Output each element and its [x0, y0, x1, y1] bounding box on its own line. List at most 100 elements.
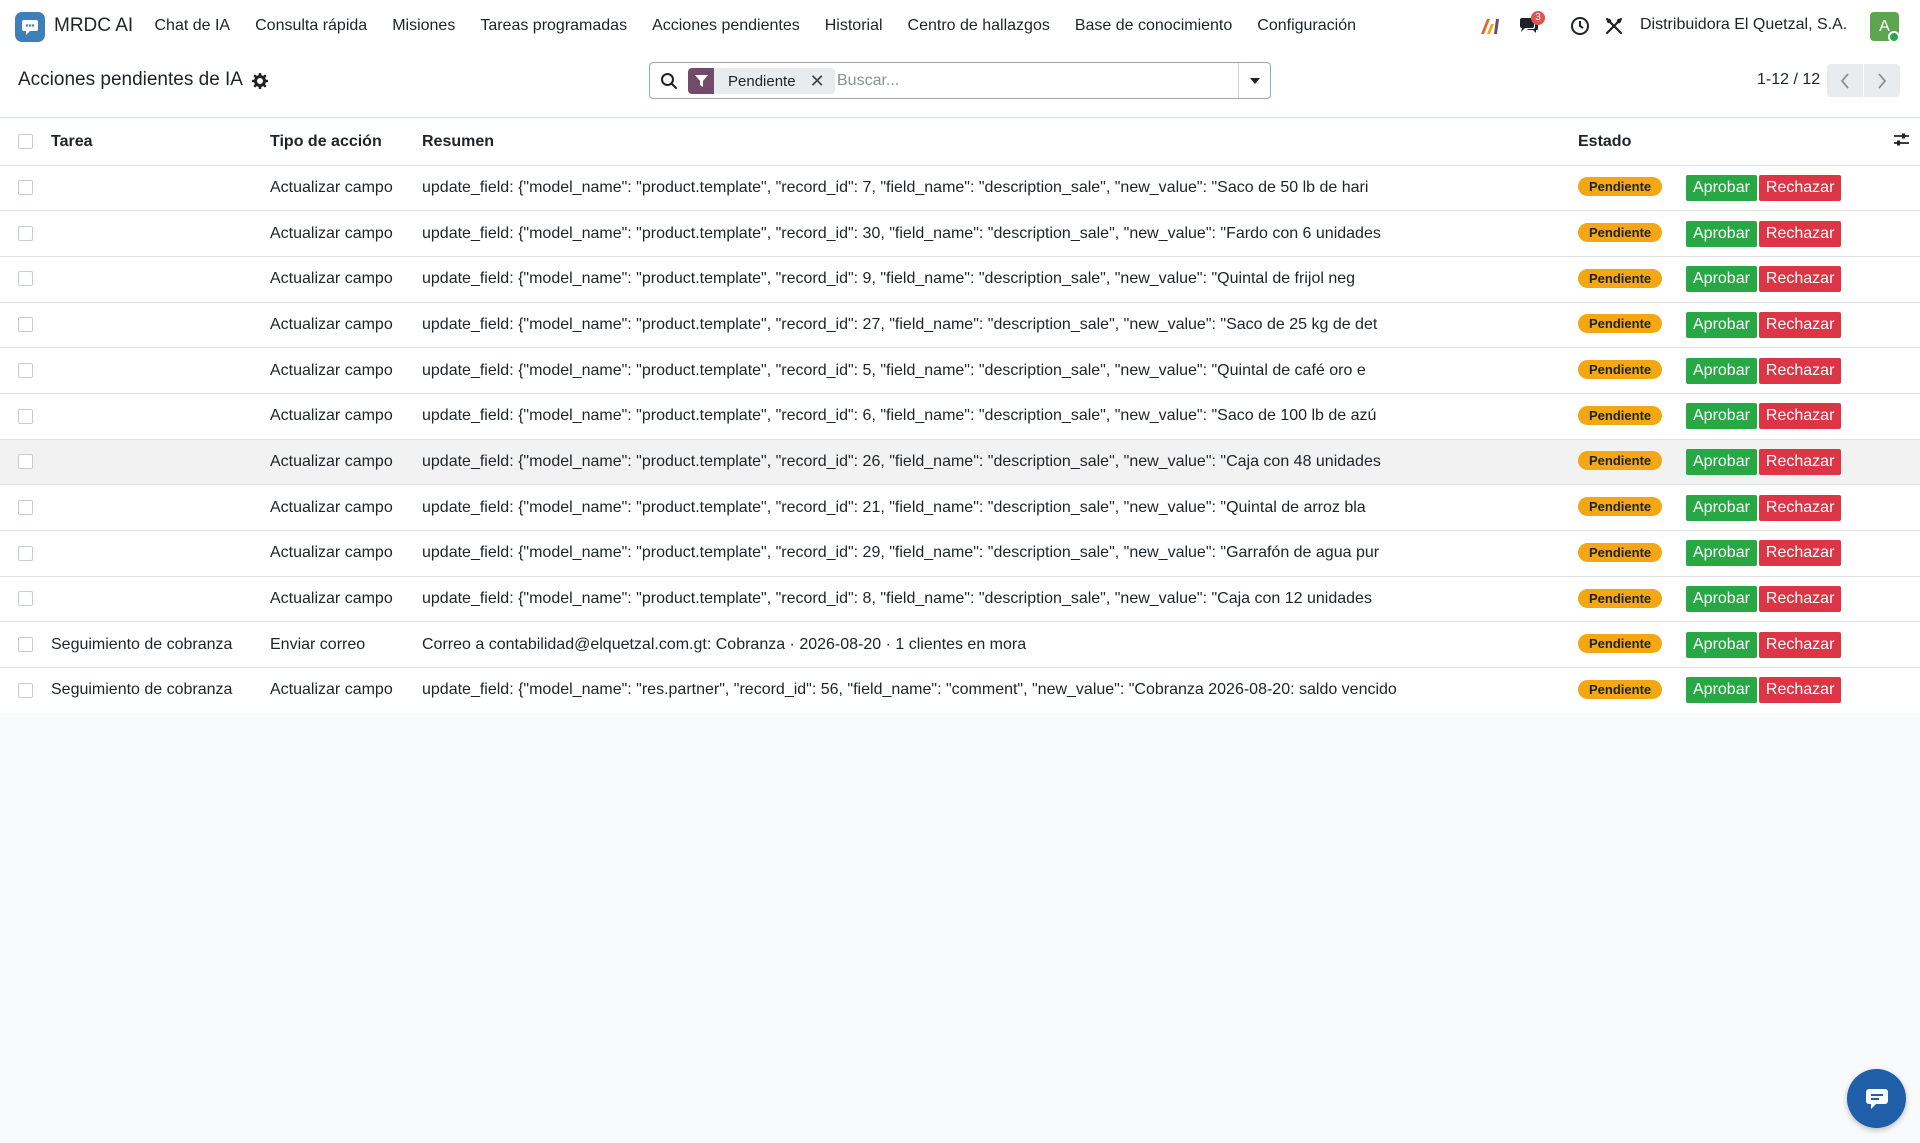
reject-button[interactable]: Rechazar [1758, 357, 1842, 384]
cell-action-type: Enviar correo [270, 621, 422, 669]
status-badge: Pendiente [1578, 451, 1663, 471]
header-summary[interactable]: Resumen [422, 119, 1578, 166]
header-task[interactable]: Tarea [51, 119, 270, 166]
company-switcher[interactable]: Distribuidora El Quetzal, S.A. [1640, 16, 1847, 34]
menu-item[interactable]: Acciones pendientes [640, 17, 813, 35]
gear-icon[interactable] [251, 72, 270, 91]
approve-button[interactable]: Aprobar [1686, 220, 1757, 247]
cell-summary: update_field: {"model_name": "product.te… [422, 256, 1578, 303]
header-action-type[interactable]: Tipo de acción [270, 119, 422, 166]
table-row[interactable]: Actualizar campo update_field: {"model_na… [0, 484, 1920, 531]
reject-button[interactable]: Rechazar [1758, 540, 1842, 567]
status-badge: Pendiente [1578, 223, 1663, 243]
table-row[interactable]: Actualizar campo update_field: {"model_na… [0, 530, 1920, 577]
row-checkbox[interactable] [18, 682, 33, 698]
menu-item[interactable]: Centro de hallazgos [895, 17, 1062, 35]
cell-summary: update_field: {"model_name": "product.te… [422, 165, 1578, 212]
row-checkbox[interactable] [18, 225, 33, 241]
reject-button[interactable]: Rechazar [1758, 448, 1842, 475]
approve-button[interactable]: Aprobar [1686, 494, 1757, 521]
table-row[interactable]: Actualizar campo update_field: {"model_na… [0, 347, 1920, 394]
reject-button[interactable]: Rechazar [1758, 586, 1842, 613]
reject-button[interactable]: Rechazar [1758, 677, 1842, 704]
table-row[interactable]: Actualizar campo update_field: {"model_na… [0, 302, 1920, 349]
table-row[interactable]: Actualizar campo update_field: {"model_na… [0, 210, 1920, 257]
pager-value[interactable]: 1-12 / 12 [1757, 71, 1820, 89]
reject-button[interactable]: Rechazar [1758, 403, 1842, 430]
row-checkbox[interactable] [18, 499, 33, 515]
status-badge: Pendiente [1578, 177, 1663, 197]
status-badge: Pendiente [1578, 497, 1663, 517]
approve-button[interactable]: Aprobar [1686, 311, 1757, 338]
approve-button[interactable]: Aprobar [1686, 586, 1757, 613]
table-row[interactable]: Actualizar campo update_field: {"model_na… [0, 576, 1920, 623]
search-input[interactable] [837, 69, 1217, 93]
table-row[interactable]: Seguimiento de cobranza Actualizar campo u… [0, 667, 1920, 714]
menu-item[interactable]: Consulta rápida [243, 17, 380, 35]
ai-logo-icon[interactable] [1477, 14, 1501, 38]
row-checkbox[interactable] [18, 271, 33, 287]
row-checkbox[interactable] [18, 180, 33, 196]
approve-button[interactable]: Aprobar [1686, 540, 1757, 567]
optional-columns-icon[interactable] [1893, 133, 1910, 151]
search-options-toggle[interactable] [1238, 63, 1270, 98]
facet-remove-icon[interactable]: ✕ [806, 68, 835, 94]
reject-button[interactable]: Rechazar [1758, 494, 1842, 521]
chat-icon [1865, 1088, 1888, 1109]
search-box: Pendiente ✕ [649, 62, 1271, 99]
approve-button[interactable]: Aprobar [1686, 677, 1757, 704]
approve-button[interactable]: Aprobar [1686, 403, 1757, 430]
approve-button[interactable]: Aprobar [1686, 357, 1757, 384]
app-name[interactable]: MRDC AI [54, 15, 133, 37]
cell-summary: update_field: {"model_name": "product.te… [422, 530, 1578, 577]
status-badge: Pendiente [1578, 588, 1663, 608]
reject-button[interactable]: Rechazar [1758, 266, 1842, 293]
table-row[interactable]: Actualizar campo update_field: {"model_na… [0, 393, 1920, 440]
menu-item[interactable]: Misiones [380, 17, 468, 35]
reject-button[interactable]: Rechazar [1758, 631, 1842, 658]
row-checkbox[interactable] [18, 408, 33, 424]
reject-button[interactable]: Rechazar [1758, 311, 1842, 338]
activity-clock-icon[interactable] [1568, 14, 1592, 38]
messages-icon[interactable]: 3 [1517, 11, 1545, 38]
messages-count-badge: 3 [1531, 11, 1545, 25]
control-panel: Acciones pendientes de IA Pendiente ✕ 1-… [0, 52, 1920, 118]
cell-task [51, 530, 270, 577]
approve-button[interactable]: Aprobar [1686, 631, 1757, 658]
cell-summary: update_field: {"model_name": "product.te… [422, 393, 1578, 440]
tools-icon[interactable] [1602, 14, 1626, 38]
header-status[interactable]: Estado [1578, 119, 1686, 166]
chat-bubble-button[interactable] [1847, 1069, 1906, 1128]
row-checkbox[interactable] [18, 317, 33, 333]
menu-item[interactable]: Chat de IA [142, 17, 243, 35]
search-icon[interactable] [660, 72, 678, 90]
cell-task: Seguimiento de cobranza [51, 621, 270, 669]
app-logo-icon[interactable] [15, 12, 45, 42]
approve-button[interactable]: Aprobar [1686, 174, 1757, 201]
row-checkbox[interactable] [18, 545, 33, 561]
reject-button[interactable]: Rechazar [1758, 220, 1842, 247]
row-checkbox[interactable] [18, 454, 33, 470]
row-checkbox[interactable] [18, 362, 33, 378]
search-facet: Pendiente ✕ [688, 68, 835, 94]
menu-item[interactable]: Base de conocimiento [1062, 17, 1244, 35]
cell-task [51, 439, 270, 486]
menu-item[interactable]: Tareas programadas [468, 17, 640, 35]
menu-item[interactable]: Configuración [1245, 17, 1369, 35]
approve-button[interactable]: Aprobar [1686, 448, 1757, 475]
status-badge: Pendiente [1578, 542, 1663, 562]
row-checkbox[interactable] [18, 591, 33, 607]
select-all-checkbox[interactable] [18, 134, 33, 150]
reject-button[interactable]: Rechazar [1758, 174, 1842, 201]
table-row[interactable]: Actualizar campo update_field: {"model_na… [0, 256, 1920, 303]
approve-button[interactable]: Aprobar [1686, 266, 1757, 293]
pager-next-button[interactable] [1864, 64, 1900, 97]
row-checkbox[interactable] [18, 636, 33, 652]
pager-previous-button[interactable] [1827, 64, 1863, 97]
menu-item[interactable]: Historial [812, 17, 895, 35]
table-row[interactable]: Actualizar campo update_field: {"model_na… [0, 165, 1920, 212]
status-badge: Pendiente [1578, 679, 1663, 699]
filter-icon [688, 68, 714, 94]
table-row[interactable]: Seguimiento de cobranza Enviar correo Corr… [0, 621, 1920, 669]
table-row[interactable]: Actualizar campo update_field: {"model_na… [0, 439, 1920, 486]
